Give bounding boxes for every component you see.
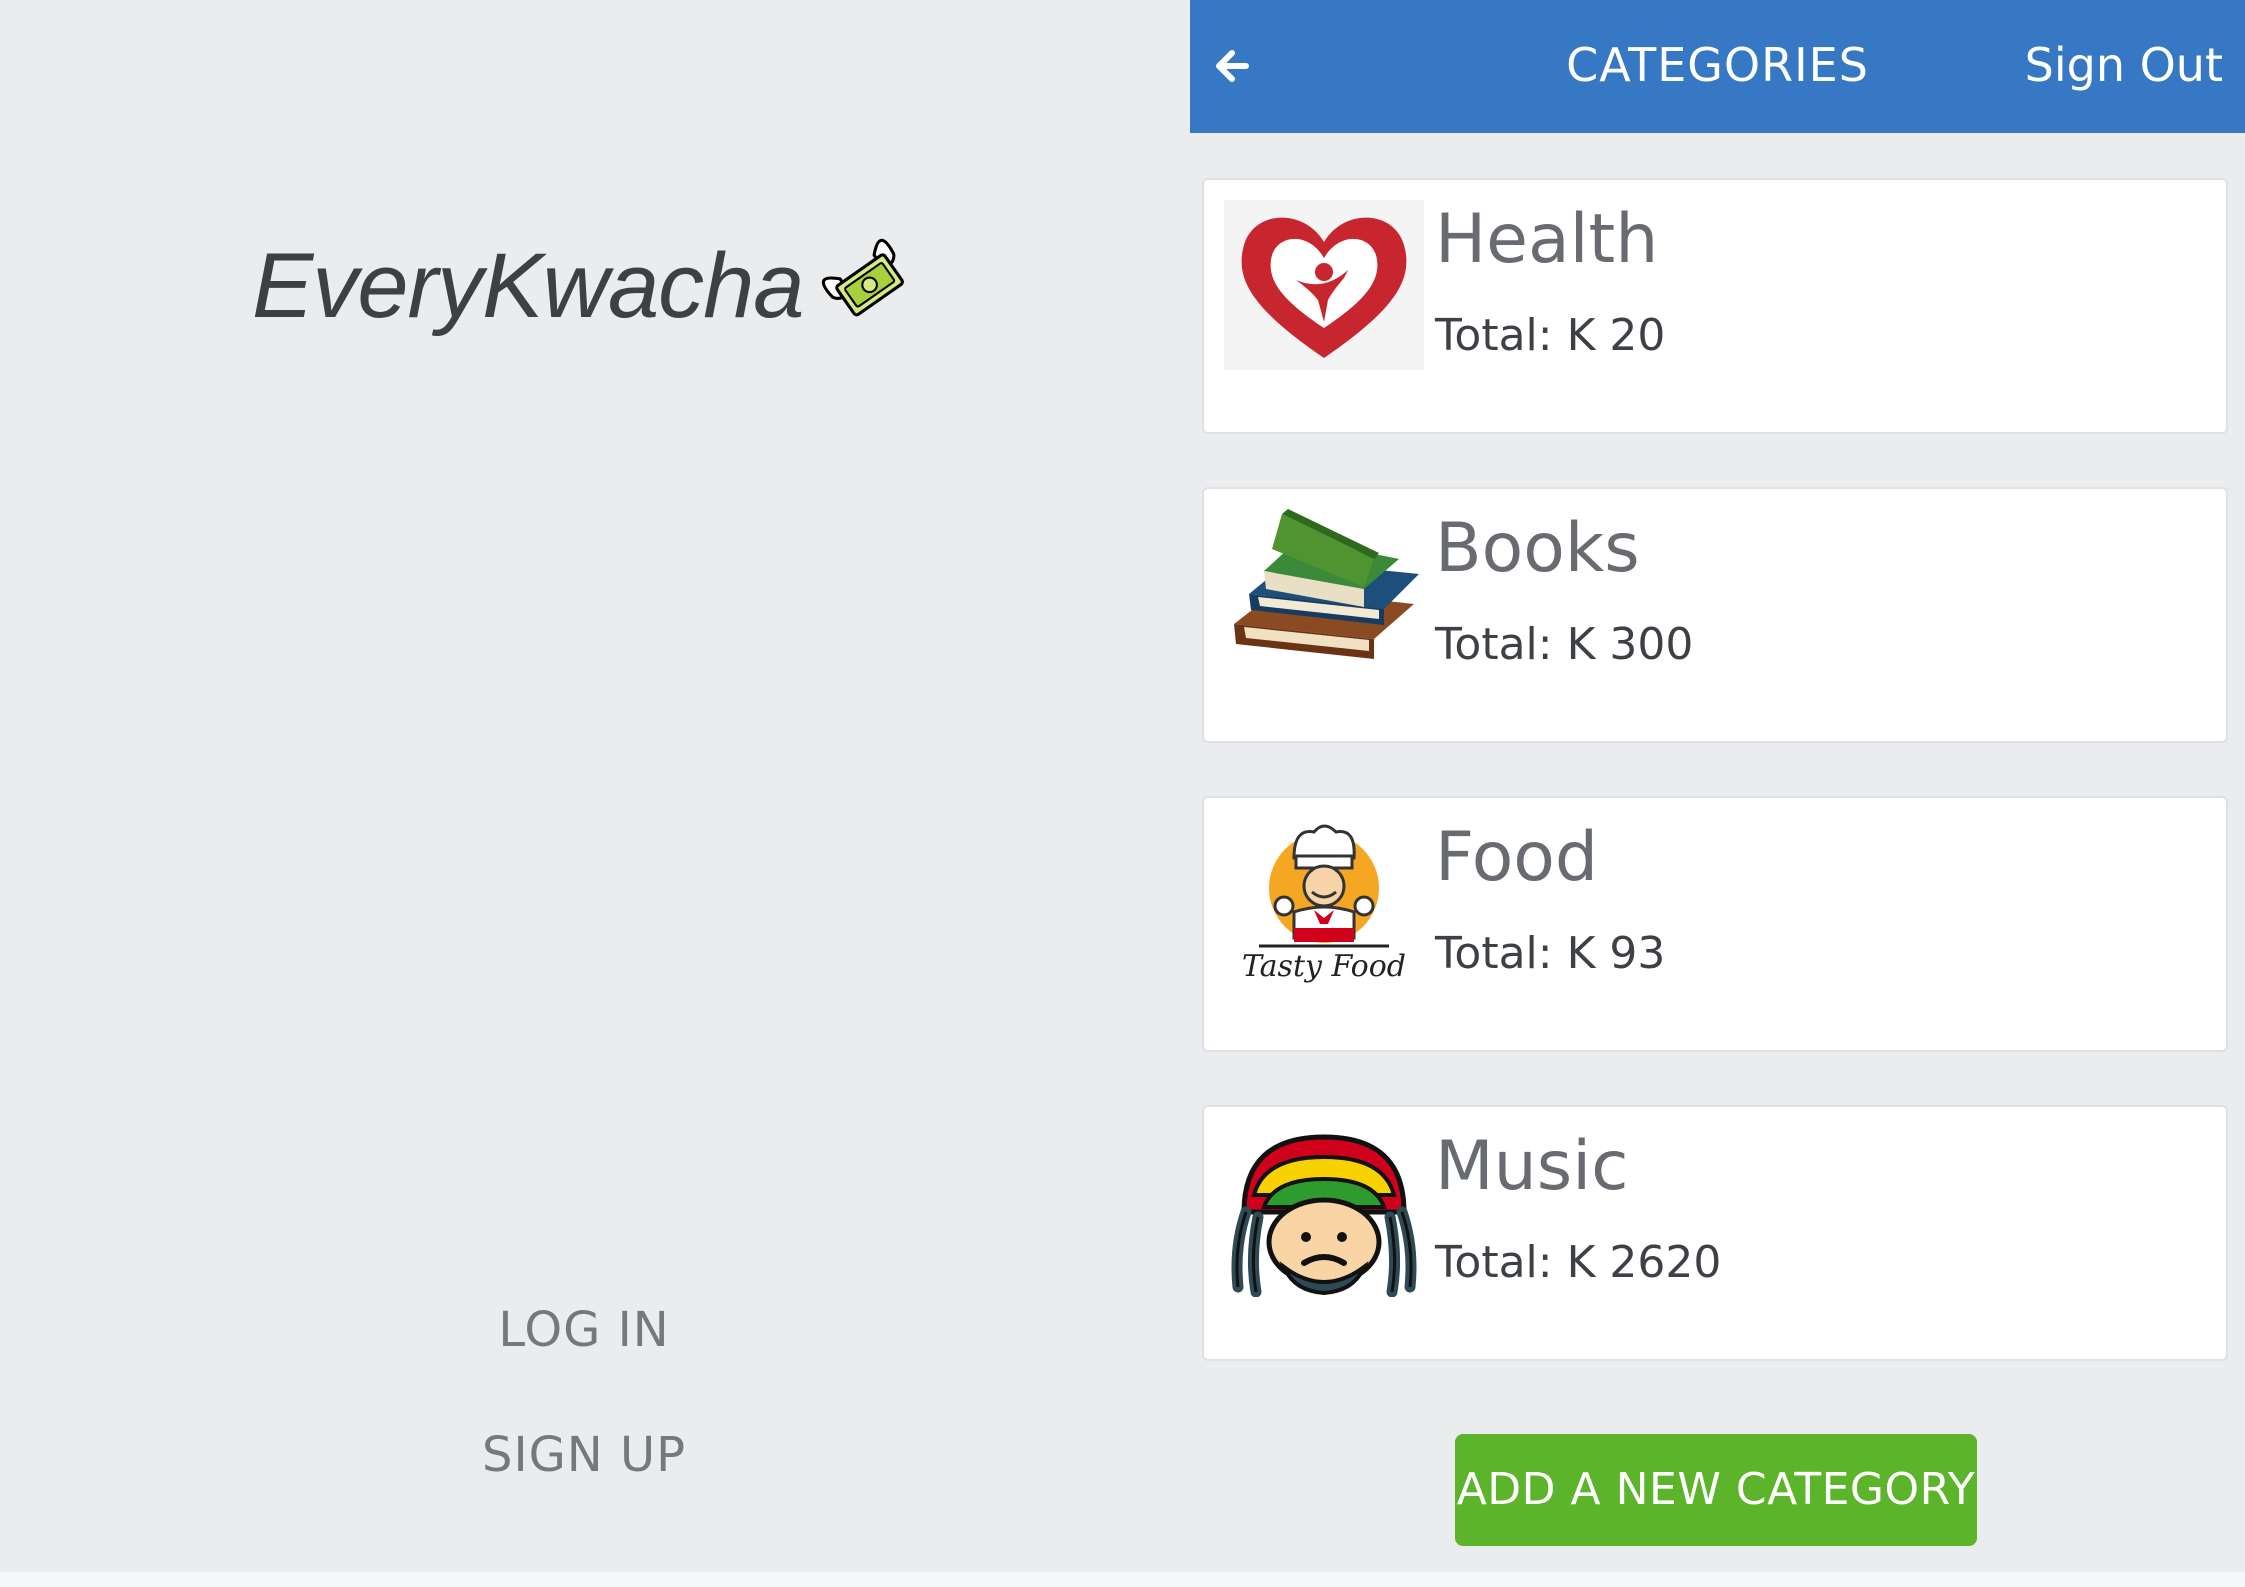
food-image-caption: Tasty Food: [1242, 949, 1406, 984]
category-name: Books: [1435, 509, 1640, 588]
category-name: Health: [1435, 200, 1659, 279]
category-card-food[interactable]: Tasty Food Food Total: K 93: [1202, 796, 2228, 1052]
category-card-health[interactable]: Health Total: K 20: [1202, 178, 2228, 434]
category-name: Music: [1435, 1127, 1629, 1206]
app-logo: EveryKwacha: [252, 234, 921, 339]
category-total: Total: K 2620: [1435, 1237, 1722, 1288]
add-category-button[interactable]: ADD A NEW CATEGORY: [1455, 1434, 1977, 1546]
chef-icon: Tasty Food: [1224, 818, 1424, 988]
sign-out-button[interactable]: Sign Out: [2025, 38, 2223, 92]
heart-person-icon: [1224, 200, 1424, 370]
logo-text: EveryKwacha: [252, 235, 804, 337]
category-name: Food: [1435, 818, 1599, 897]
category-total: Total: K 20: [1435, 310, 1666, 361]
book-stack-icon: [1224, 509, 1424, 679]
category-total: Total: K 93: [1435, 928, 1666, 979]
login-screen: EveryKwacha LOG IN SIGN UP: [0, 0, 1190, 1587]
category-card-music[interactable]: Music Total: K 2620: [1202, 1105, 2228, 1361]
login-button[interactable]: LOG IN: [0, 1302, 1168, 1358]
money-wings-icon: [822, 238, 905, 316]
category-card-books[interactable]: Books Total: K 300: [1202, 487, 2228, 743]
bottom-strip: [0, 1572, 2245, 1587]
categories-screen: CATEGORIES Sign Out Health Total: K 20 B…: [1190, 0, 2245, 1587]
app-header: CATEGORIES Sign Out: [1190, 0, 2245, 133]
category-total: Total: K 300: [1435, 619, 1694, 670]
rasta-face-icon: [1224, 1127, 1424, 1297]
signup-button[interactable]: SIGN UP: [0, 1427, 1168, 1483]
